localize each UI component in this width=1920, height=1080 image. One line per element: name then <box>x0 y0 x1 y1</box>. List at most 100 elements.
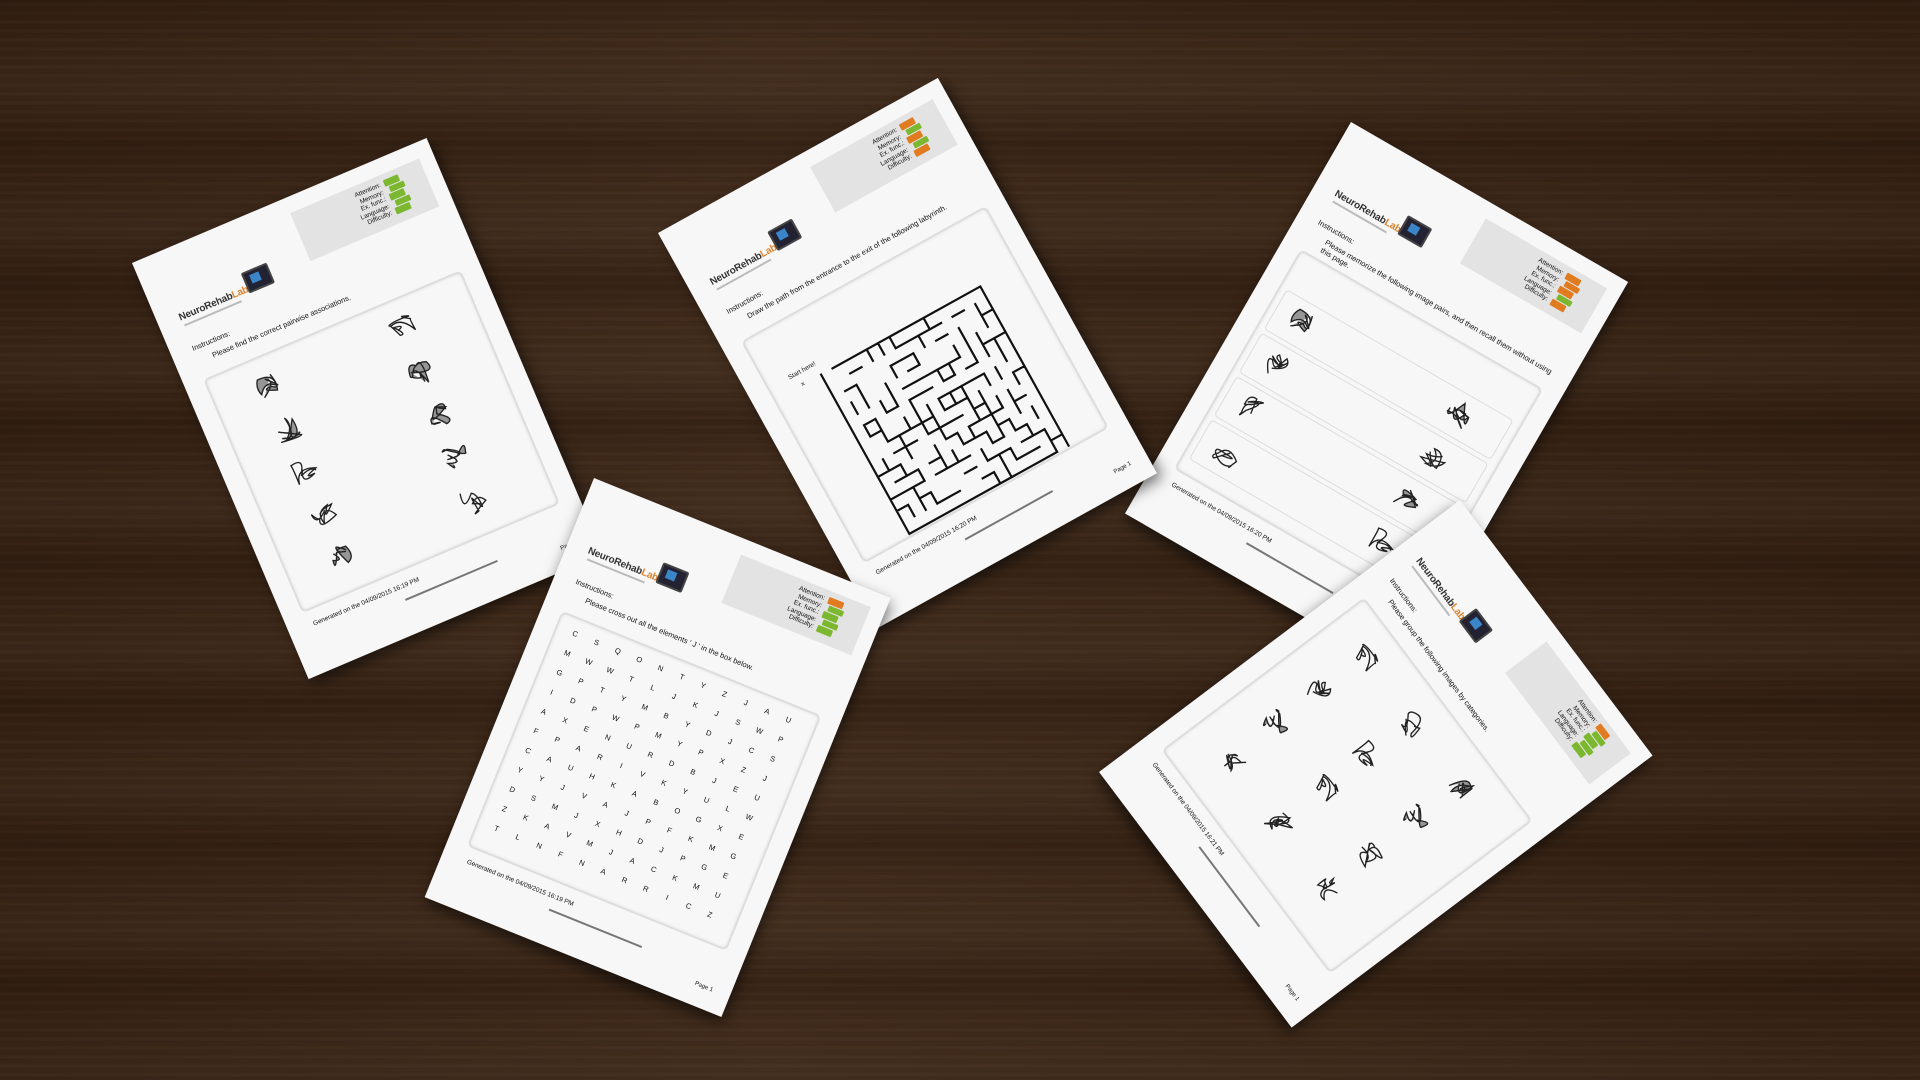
grid-letter[interactable]: J <box>655 844 668 856</box>
grid-letter[interactable]: B <box>687 766 700 778</box>
grid-letter[interactable]: E <box>580 723 593 735</box>
grid-letter[interactable]: A <box>761 705 774 717</box>
grid-letter[interactable]: J <box>759 772 772 784</box>
grid-letter[interactable]: M <box>549 801 562 813</box>
grid-letter[interactable]: E <box>719 870 732 882</box>
grid-letter[interactable]: J <box>557 781 570 793</box>
grid-letter[interactable]: T <box>625 673 638 685</box>
grid-letter[interactable]: G <box>553 667 566 679</box>
grid-letter[interactable]: F <box>554 848 567 860</box>
grid-letter[interactable]: Z <box>704 909 717 921</box>
grid-letter[interactable]: N <box>601 732 614 744</box>
grid-letter[interactable]: Y <box>617 693 630 705</box>
grid-letter[interactable]: M <box>639 701 652 713</box>
grid-letter[interactable]: A <box>628 788 641 800</box>
grid-letter[interactable]: T <box>596 684 609 696</box>
grid-letter[interactable]: S <box>527 792 540 804</box>
grid-letter[interactable]: N <box>654 662 667 674</box>
grid-letter[interactable]: F <box>663 824 676 836</box>
grid-letter[interactable]: D <box>702 727 715 739</box>
grid-letter[interactable]: K <box>669 872 682 884</box>
grid-letter[interactable]: U <box>782 714 795 726</box>
grid-letter[interactable]: L <box>512 831 525 843</box>
grid-letter[interactable]: U <box>623 740 636 752</box>
grid-letter[interactable]: J <box>620 807 633 819</box>
grid-letter[interactable]: O <box>671 805 684 817</box>
grid-letter[interactable]: J <box>570 809 583 821</box>
grid-letter[interactable]: R <box>618 874 631 886</box>
grid-letter[interactable]: G <box>692 814 705 826</box>
grid-letter[interactable]: P <box>631 721 644 733</box>
grid-letter[interactable]: X <box>559 714 572 726</box>
grid-letter[interactable]: J <box>668 690 681 702</box>
grid-letter[interactable]: P <box>774 733 787 745</box>
grid-letter[interactable]: A <box>543 753 556 765</box>
grid-letter[interactable]: S <box>590 636 603 648</box>
grid-letter[interactable]: K <box>689 699 702 711</box>
grid-letter[interactable]: C <box>522 745 535 757</box>
grid-letter[interactable]: K <box>607 779 620 791</box>
grid-letter[interactable]: W <box>743 811 756 823</box>
grid-letter[interactable]: J <box>708 775 721 787</box>
grid-letter[interactable]: Z <box>718 688 731 700</box>
grid-letter[interactable]: P <box>677 852 690 864</box>
grid-letter[interactable]: Y <box>535 773 548 785</box>
grid-letter[interactable]: Z <box>737 764 750 776</box>
grid-letter[interactable]: K <box>658 777 671 789</box>
grid-letter[interactable]: W <box>604 664 617 676</box>
grid-letter[interactable]: Y <box>681 718 694 730</box>
grid-letter[interactable]: C <box>647 863 660 875</box>
grid-letter[interactable]: B <box>660 710 673 722</box>
grid-letter[interactable]: P <box>695 747 708 759</box>
grid-letter[interactable]: B <box>650 796 663 808</box>
grid-letter[interactable]: Z <box>498 803 511 815</box>
grid-letter[interactable]: Y <box>679 785 692 797</box>
grid-letter[interactable]: A <box>599 799 612 811</box>
grid-letter[interactable]: X <box>591 818 604 830</box>
grid-letter[interactable]: X <box>714 822 727 834</box>
grid-letter[interactable]: R <box>644 749 657 761</box>
grid-letter[interactable]: S <box>732 716 745 728</box>
grid-letter[interactable]: C <box>682 900 695 912</box>
grid-letter[interactable]: C <box>745 744 758 756</box>
grid-letter[interactable]: P <box>551 734 564 746</box>
grid-letter[interactable]: P <box>588 703 601 715</box>
grid-letter[interactable]: W <box>609 712 622 724</box>
grid-letter[interactable]: A <box>537 706 550 718</box>
grid-letter[interactable]: T <box>490 822 503 834</box>
grid-letter[interactable]: Y <box>673 738 686 750</box>
grid-letter[interactable]: V <box>562 829 575 841</box>
grid-letter[interactable]: A <box>597 866 610 878</box>
grid-letter[interactable]: J <box>724 736 737 748</box>
grid-letter[interactable]: F <box>530 725 543 737</box>
grid-letter[interactable]: E <box>735 831 748 843</box>
grid-letter[interactable]: A <box>541 820 554 832</box>
grid-letter[interactable]: U <box>564 762 577 774</box>
grid-letter[interactable]: J <box>710 708 723 720</box>
grid-letter[interactable]: U <box>751 792 764 804</box>
grid-letter[interactable]: I <box>545 686 558 698</box>
grid-letter[interactable]: O <box>633 654 646 666</box>
grid-letter[interactable]: M <box>706 842 719 854</box>
grid-letter[interactable]: H <box>586 770 599 782</box>
grid-letter[interactable]: R <box>640 883 653 895</box>
grid-letter[interactable]: K <box>684 833 697 845</box>
grid-letter[interactable]: G <box>698 861 711 873</box>
grid-letter[interactable]: L <box>722 803 735 815</box>
grid-letter[interactable]: P <box>575 675 588 687</box>
grid-letter[interactable]: W <box>582 656 595 668</box>
grid-letter[interactable]: I <box>661 891 674 903</box>
grid-letter[interactable]: K <box>519 812 532 824</box>
grid-letter[interactable]: D <box>634 835 647 847</box>
grid-letter[interactable]: U <box>711 889 724 901</box>
grid-letter[interactable]: W <box>753 725 766 737</box>
grid-letter[interactable]: Y <box>514 764 527 776</box>
grid-letter[interactable]: I <box>615 760 628 772</box>
grid-letter[interactable]: M <box>690 881 703 893</box>
grid-letter[interactable]: H <box>613 827 626 839</box>
grid-letter[interactable]: V <box>578 790 591 802</box>
grid-letter[interactable]: A <box>572 742 585 754</box>
grid-letter[interactable]: T <box>676 671 689 683</box>
grid-letter[interactable]: Y <box>697 679 710 691</box>
grid-letter[interactable]: C <box>569 628 582 640</box>
